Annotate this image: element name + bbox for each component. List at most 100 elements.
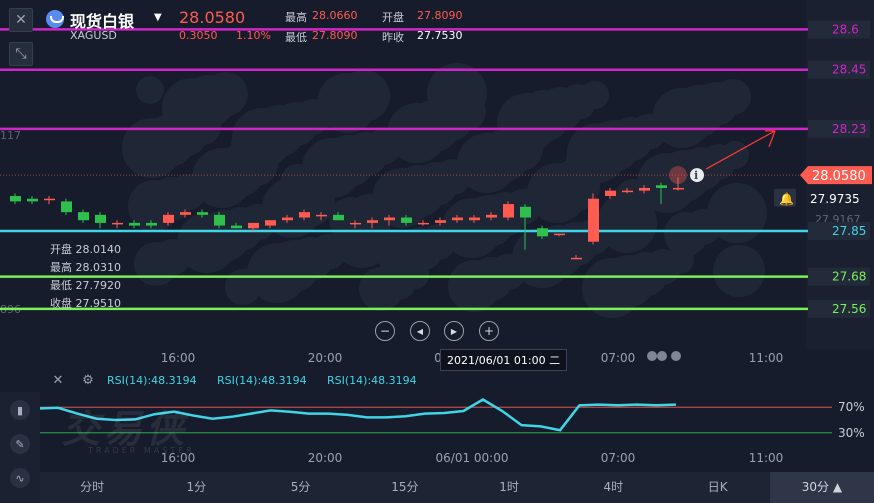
map-blob xyxy=(231,131,259,159)
time-label-top-4: 11:00 xyxy=(749,351,784,365)
timeline-dot-2 xyxy=(671,351,681,361)
candle-body-9 xyxy=(163,214,174,223)
candle-body-32 xyxy=(554,233,565,236)
time-label-bottom-2: 06/01 00:00 xyxy=(436,451,509,465)
map-blob xyxy=(225,269,261,305)
instrument-dropdown-icon[interactable]: ▼ xyxy=(154,12,162,23)
low-label: 最低 xyxy=(285,31,307,44)
settings-gear-icon[interactable]: ⚙ xyxy=(79,371,97,389)
candle-body-23 xyxy=(401,217,412,223)
rsi-label-1: RSI(14):48.3194 xyxy=(107,374,197,387)
current-price: 28.0580 xyxy=(179,8,246,27)
close-indicator-icon[interactable]: ✕ xyxy=(49,371,67,389)
time-label-bottom-1: 20:00 xyxy=(308,451,343,465)
map-blob xyxy=(378,230,430,282)
ohlc-high: 最高 28.0310 xyxy=(50,261,121,274)
candle-body-15 xyxy=(265,220,276,226)
rsi-label-2: RSI(14):48.3194 xyxy=(217,374,307,387)
tab-30min-label: 30分 xyxy=(801,480,829,494)
candle-body-28 xyxy=(486,214,497,218)
map-blob xyxy=(615,179,651,215)
candle-body-39 xyxy=(673,187,684,190)
map-blob xyxy=(280,164,316,200)
candle-body-37 xyxy=(639,187,650,191)
candle-type-icon[interactable]: ▮ xyxy=(10,400,30,420)
map-blob xyxy=(134,242,178,286)
candle-body-8 xyxy=(146,222,157,226)
tab-intraday[interactable]: 分时 xyxy=(40,472,144,503)
candle-body-30 xyxy=(520,206,531,218)
timeline-dot-1 xyxy=(657,351,667,361)
candle-body-3 xyxy=(61,201,72,213)
candle-body-7 xyxy=(129,222,140,226)
info-icon-glyph: i xyxy=(694,169,698,182)
close-icon[interactable]: ✕ xyxy=(9,8,33,32)
price-change: 0.3050 xyxy=(179,29,218,42)
level-tag-1: 28.45 xyxy=(832,63,866,77)
time-label-bottom-3: 07:00 xyxy=(601,451,636,465)
candle-body-17 xyxy=(299,212,310,218)
zoom-in-button[interactable]: + xyxy=(479,321,499,341)
candle-body-26 xyxy=(452,217,463,221)
candle-body-11 xyxy=(197,212,208,215)
tab-daily[interactable]: 日K xyxy=(666,472,770,503)
map-blob xyxy=(713,245,765,297)
ohlc-open: 开盘 28.0140 xyxy=(50,243,121,256)
level-tag-4: 27.68 xyxy=(832,270,866,284)
candle-body-31 xyxy=(537,228,548,237)
map-blob xyxy=(566,146,594,174)
shrink-icon[interactable]: ⤡ xyxy=(9,42,33,66)
candle-body-2 xyxy=(44,198,55,201)
scroll-right-button[interactable]: ▶ xyxy=(444,321,464,341)
candle-body-36 xyxy=(622,190,633,193)
map-blob xyxy=(136,76,164,104)
current-marker-glow xyxy=(669,166,687,185)
candle-body-25 xyxy=(435,220,446,223)
candle-body-5 xyxy=(95,214,106,223)
tab-1hour[interactable]: 1时 xyxy=(457,472,561,503)
price-change-pct: 1.10% xyxy=(236,29,271,42)
time-label-top-0: 16:00 xyxy=(161,351,196,365)
current-price-tag: 28.0580 xyxy=(812,169,866,184)
alert-bell-icon: 🔔 xyxy=(779,192,794,206)
candle-body-19 xyxy=(333,214,344,221)
tab-5min[interactable]: 5分 xyxy=(249,472,353,503)
candle-body-12 xyxy=(214,214,225,226)
map-blob xyxy=(427,63,487,123)
candle-body-13 xyxy=(231,225,242,229)
map-blob xyxy=(664,212,708,256)
caret-up-icon: ▲ xyxy=(832,480,843,494)
candle-body-33 xyxy=(571,257,582,260)
silver-logo-icon xyxy=(46,10,64,28)
candle-body-14 xyxy=(248,222,259,229)
tab-30min[interactable]: 30分 ▲ xyxy=(769,472,874,503)
low-value: 27.8090 xyxy=(312,29,358,42)
candle-body-20 xyxy=(350,222,361,225)
tab-1min[interactable]: 1分 xyxy=(144,472,248,503)
scroll-left-button[interactable]: ◀ xyxy=(410,321,430,341)
rsi-70-label: 70% xyxy=(838,400,865,414)
prev-close-value: 27.7530 xyxy=(417,29,463,42)
candle-body-4 xyxy=(78,212,89,221)
ohlc-low: 最低 27.7920 xyxy=(50,279,121,292)
map-blob xyxy=(448,260,500,312)
ohlc-close: 收盘 27.9510 xyxy=(50,297,121,310)
zoom-out-button[interactable]: − xyxy=(375,321,395,341)
candle-body-38 xyxy=(656,185,667,188)
tab-4hour[interactable]: 4时 xyxy=(561,472,665,503)
instrument-code: XAGUSD xyxy=(70,29,117,42)
candle-body-35 xyxy=(605,190,616,197)
candle-body-22 xyxy=(384,217,395,221)
period-tab-bar: 分时 1分 5分 15分 1时 4时 日K 30分 ▲ xyxy=(40,472,874,503)
watermark-logo: 交易侠 xyxy=(62,407,189,451)
pencil-icon[interactable]: ✎ xyxy=(10,434,30,454)
candle-body-18 xyxy=(316,214,327,217)
indicator-icon[interactable]: ∿ xyxy=(10,468,30,488)
high-label: 最高 xyxy=(285,11,307,24)
tab-15min[interactable]: 15分 xyxy=(353,472,457,503)
rsi-label-3: RSI(14):48.3194 xyxy=(327,374,417,387)
open-value: 27.8090 xyxy=(417,9,463,22)
alert-price-label: 27.9735 xyxy=(810,192,860,206)
axis-left-faint-1: 117 xyxy=(0,129,21,142)
level-tag-0: 28.6 xyxy=(832,22,859,36)
